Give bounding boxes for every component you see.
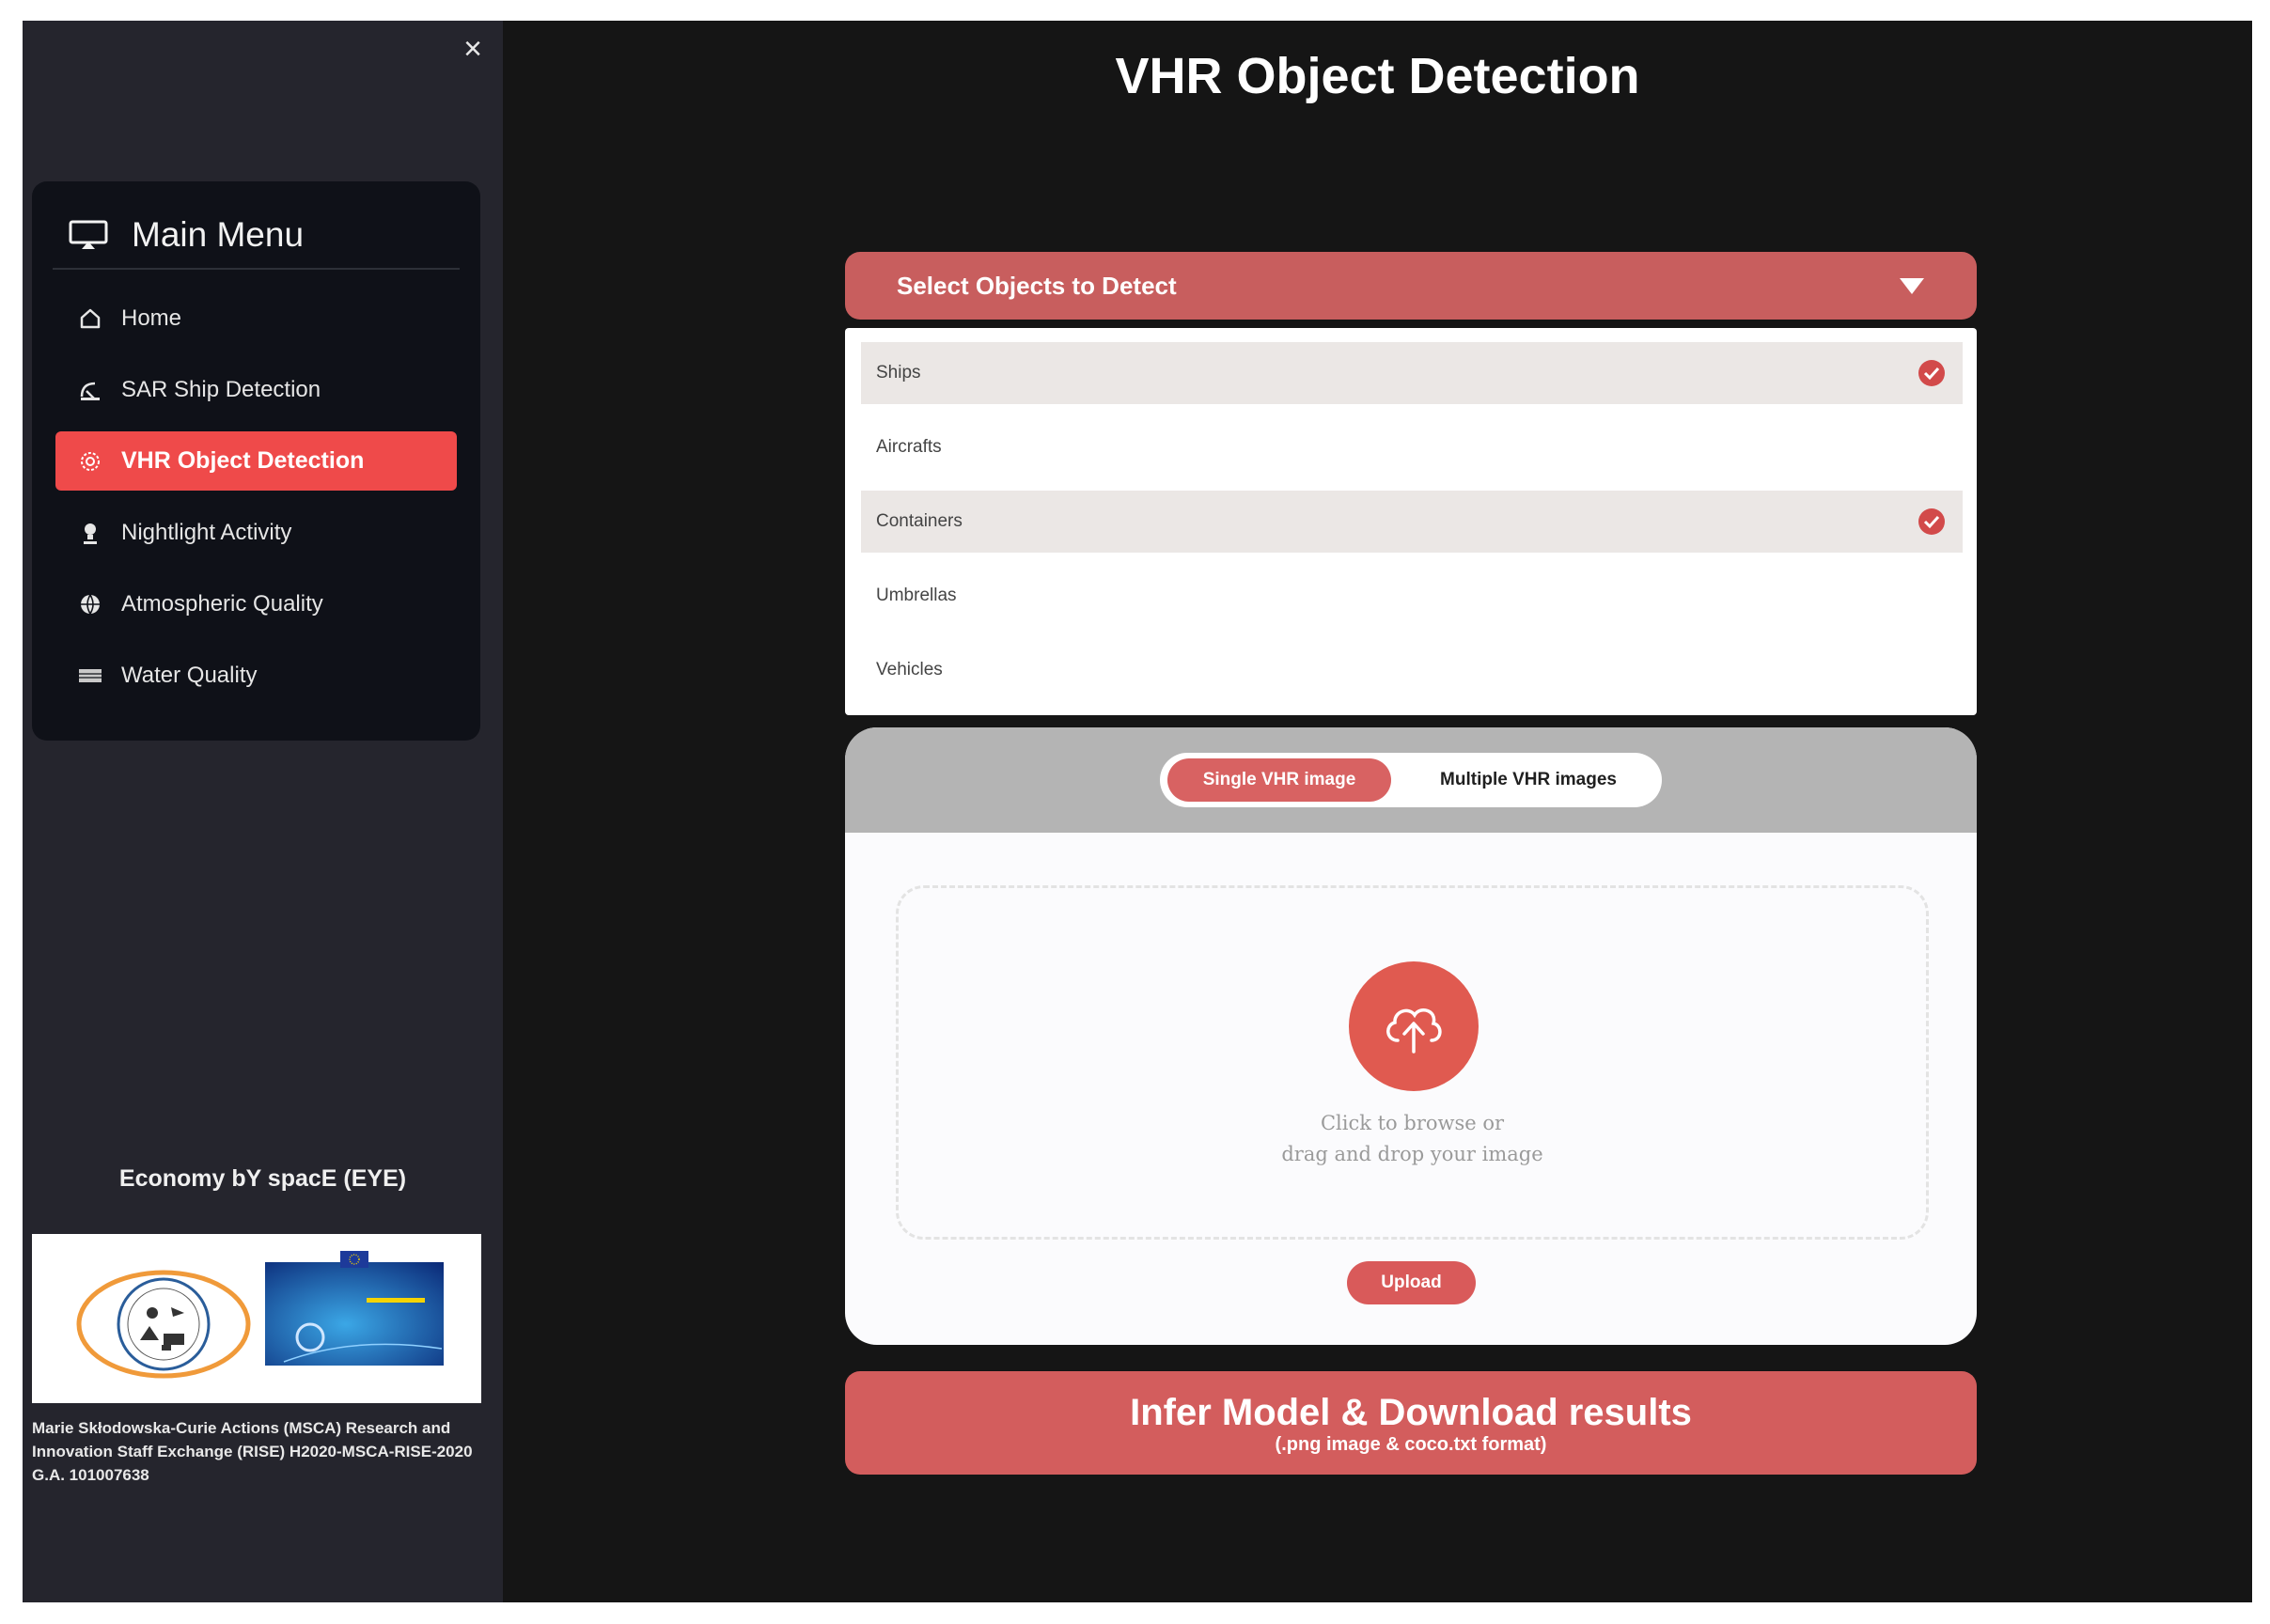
check-icon	[1918, 360, 1945, 386]
main-menu-title: Main Menu	[132, 215, 305, 254]
sidebar-item-label: Home	[121, 304, 182, 331]
target-gear-icon	[78, 449, 102, 474]
globe-icon	[78, 592, 102, 617]
dropzone-line-1: Click to browse or	[1320, 1112, 1505, 1134]
sidebar-item-label: Water Quality	[121, 662, 258, 688]
sidebar-item-water-quality[interactable]: Water Quality	[55, 646, 457, 705]
upload-button[interactable]: Upload	[1347, 1261, 1476, 1304]
home-icon	[78, 306, 102, 331]
project-title: Economy bY spacE (EYE)	[118, 1165, 407, 1192]
option-label: Containers	[876, 511, 963, 531]
monitor-icon	[69, 220, 108, 249]
option-umbrellas[interactable]: Umbrellas	[861, 565, 1963, 627]
select-objects-dropdown[interactable]: Select Objects to Detect	[845, 252, 1977, 320]
eye-project-logo	[76, 1270, 251, 1379]
cloud-upload-icon	[1386, 1008, 1442, 1054]
select-objects-label: Select Objects to Detect	[897, 271, 1177, 300]
option-containers[interactable]: Containers	[861, 491, 1963, 553]
main-menu-header: Main Menu	[53, 202, 460, 270]
option-label: Ships	[876, 363, 921, 383]
sidebar-item-atmospheric-quality[interactable]: Atmospheric Quality	[55, 574, 457, 633]
upload-mode-toggle: Single VHR image Multiple VHR images	[1160, 753, 1662, 807]
option-label: Aircrafts	[876, 437, 942, 457]
sidebar-item-label: VHR Object Detection	[121, 447, 365, 474]
satellite-dish-icon	[78, 378, 102, 402]
option-vehicles[interactable]: Vehicles	[861, 639, 1963, 701]
sidebar-item-vhr-object-detection[interactable]: VHR Object Detection	[55, 431, 457, 491]
infer-button-sublabel: (.png image & coco.txt format)	[1275, 1434, 1547, 1455]
main-menu: Main Menu Home SAR Ship Detection VHR Ob…	[32, 181, 480, 741]
upload-mode-bar: Single VHR image Multiple VHR images	[845, 727, 1977, 833]
option-label: Vehicles	[876, 660, 943, 679]
logo-panel	[32, 1234, 481, 1403]
lamp-icon	[78, 521, 102, 545]
page-title: VHR Object Detection	[1115, 48, 1640, 104]
app-window: × Main Menu Home SAR Ship Detection VHR …	[23, 21, 2252, 1602]
sidebar-item-home[interactable]: Home	[55, 289, 457, 348]
infer-download-button[interactable]: Infer Model & Download results (.png ima…	[845, 1371, 1977, 1475]
option-label: Umbrellas	[876, 586, 957, 605]
dropzone-line-2: drag and drop your image	[1281, 1143, 1543, 1165]
upload-card: Single VHR image Multiple VHR images Cli…	[845, 727, 1977, 1345]
sidebar-item-sar-ship-detection[interactable]: SAR Ship Detection	[55, 360, 457, 419]
image-dropzone[interactable]: Click to browse or drag and drop your im…	[896, 885, 1929, 1240]
tab-single-vhr-image[interactable]: Single VHR image	[1167, 758, 1391, 802]
tab-multiple-vhr-images[interactable]: Multiple VHR images	[1402, 758, 1654, 802]
option-aircrafts[interactable]: Aircrafts	[861, 416, 1963, 478]
sidebar-item-label: SAR Ship Detection	[121, 376, 321, 402]
water-icon	[78, 664, 102, 688]
sidebar-item-nightlight-activity[interactable]: Nightlight Activity	[55, 503, 457, 562]
option-ships[interactable]: Ships	[861, 342, 1963, 404]
sidebar-item-label: Atmospheric Quality	[121, 590, 323, 617]
sidebar: × Main Menu Home SAR Ship Detection VHR …	[23, 21, 503, 1602]
horizon-2020-logo	[265, 1251, 444, 1366]
check-icon	[1918, 508, 1945, 535]
chevron-down-icon	[1900, 278, 1924, 294]
object-options-list: Ships Aircrafts Containers Umbrellas Veh…	[845, 328, 1977, 715]
sidebar-item-label: Nightlight Activity	[121, 519, 292, 545]
dropzone-instructions: Click to browse or drag and drop your im…	[899, 1108, 1926, 1170]
funding-text: Marie Skłodowska-Curie Actions (MSCA) Re…	[32, 1419, 473, 1484]
close-sidebar-button[interactable]: ×	[454, 30, 492, 68]
infer-button-label: Infer Model & Download results	[1130, 1392, 1692, 1433]
upload-cloud-button[interactable]	[1349, 961, 1479, 1091]
